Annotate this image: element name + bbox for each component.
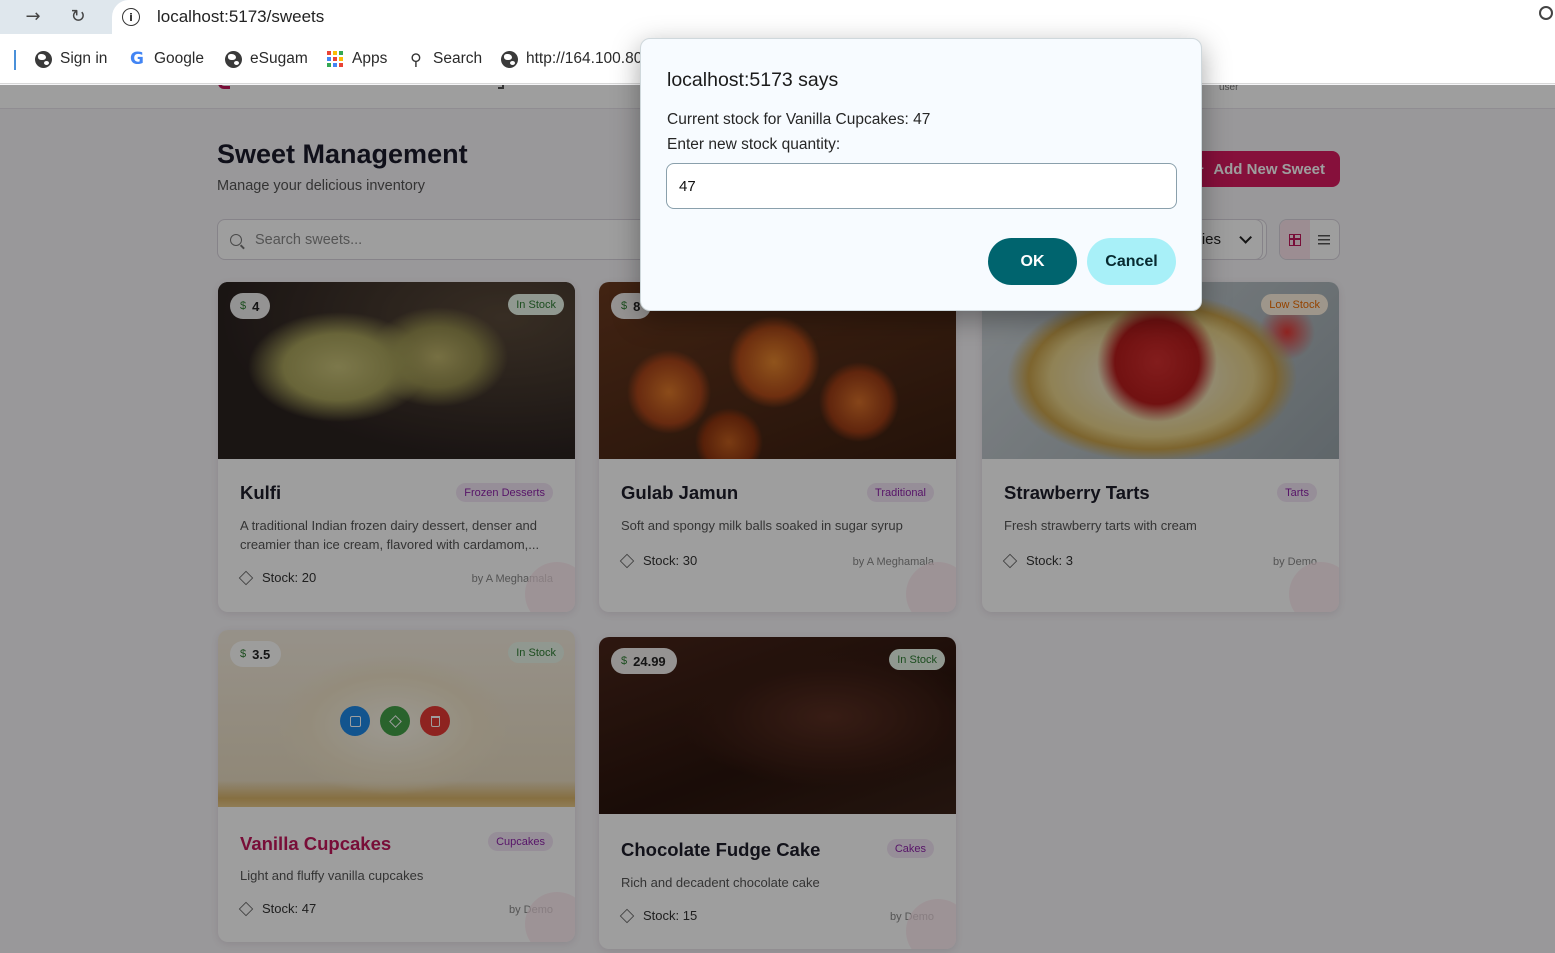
site-info-icon[interactable]: i	[122, 8, 140, 26]
dialog-message-line: Enter new stock quantity:	[667, 136, 841, 153]
dialog-title: localhost:5173 says	[667, 69, 839, 91]
url-text: localhost:5173/sweets	[157, 7, 325, 26]
prompt-dialog: localhost:5173 says Current stock for Va…	[640, 38, 1202, 311]
apps-grid-icon	[326, 50, 344, 68]
bookmark-label: Search	[433, 50, 483, 67]
bookmark-separator	[14, 50, 16, 70]
bookmark-google[interactable]: G Google	[128, 48, 204, 70]
bookmark-label: http://164.100.80	[526, 50, 643, 67]
globe-icon	[34, 50, 52, 68]
bookmark-ip-link[interactable]: http://164.100.80	[500, 48, 642, 70]
extension-icon[interactable]	[1539, 6, 1553, 20]
dialog-message: Current stock for Vanilla Cupcakes: 47 E…	[667, 107, 930, 157]
reload-icon[interactable]: ↻	[65, 3, 91, 29]
bookmark-esugam[interactable]: eSugam	[224, 48, 308, 70]
bookmark-label: eSugam	[250, 50, 308, 67]
forward-arrow-icon[interactable]: →	[20, 3, 46, 29]
url-field[interactable]: i localhost:5173/sweets	[112, 0, 1555, 34]
stock-quantity-input[interactable]	[666, 163, 1177, 209]
google-icon: G	[130, 49, 144, 69]
cancel-button[interactable]: Cancel	[1087, 238, 1176, 285]
dialog-message-line: Current stock for Vanilla Cupcakes: 47	[667, 111, 931, 128]
browser-address-bar: → ↻ i localhost:5173/sweets	[0, 0, 1555, 34]
search-icon: ⚲	[410, 49, 422, 69]
ok-button[interactable]: OK	[988, 238, 1077, 285]
bookmark-label: Apps	[352, 50, 388, 67]
globe-icon	[500, 50, 518, 68]
bookmark-sign-in[interactable]: Sign in	[34, 48, 107, 70]
bookmark-label: Sign in	[60, 50, 108, 67]
globe-icon	[224, 50, 242, 68]
bookmark-apps[interactable]: Apps	[326, 48, 387, 70]
bookmark-label: Google	[154, 50, 204, 67]
bookmark-search[interactable]: ⚲ Search	[407, 48, 482, 70]
